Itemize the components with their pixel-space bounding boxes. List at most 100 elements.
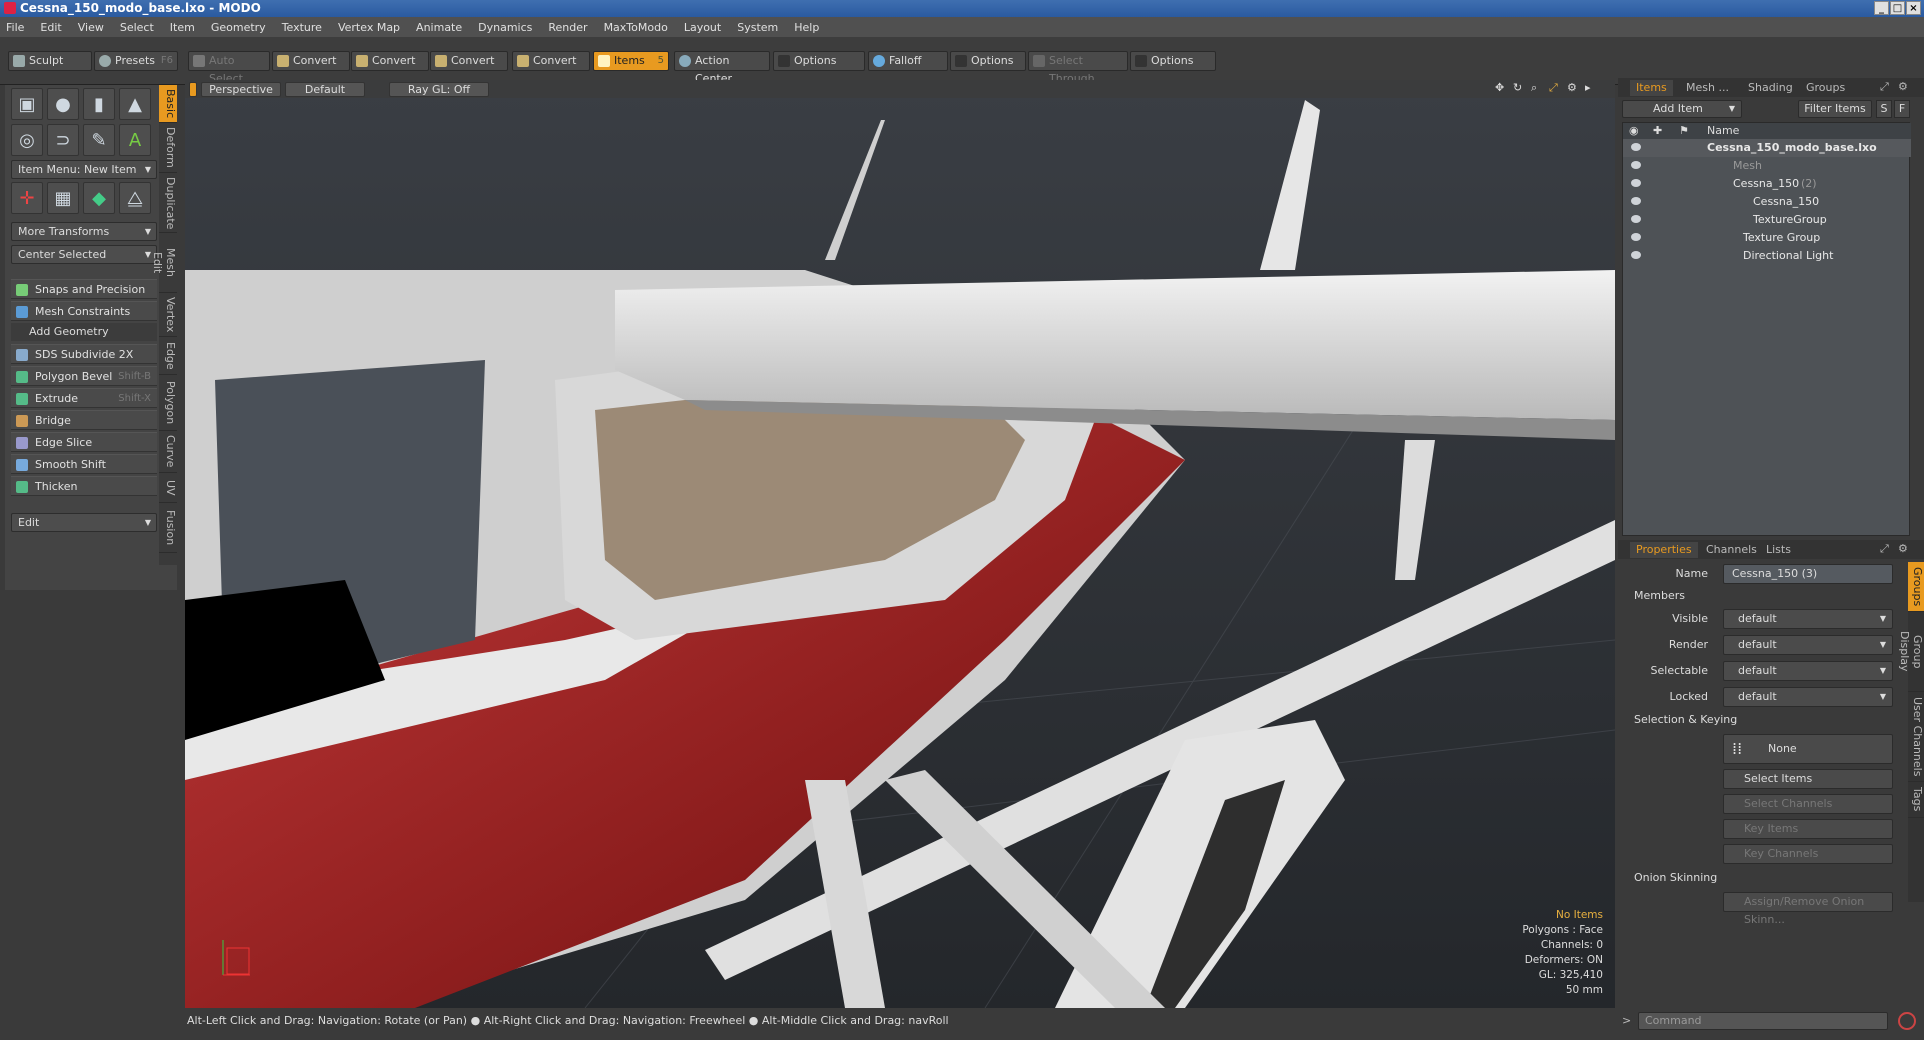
view-type-dropdown[interactable]: Perspective	[201, 82, 281, 97]
filter-items-button[interactable]: Filter Items	[1798, 100, 1872, 118]
items-mode-button[interactable]: Items 5	[593, 51, 669, 71]
members-section[interactable]: Members	[1622, 588, 1902, 604]
tree-row-directional-light[interactable]: Directional Light	[1623, 247, 1911, 265]
sds-subdivide-button[interactable]: SDS Subdivide 2X	[11, 344, 157, 364]
shading-style-dropdown[interactable]: Default	[285, 82, 365, 97]
tab-groups[interactable]: Groups	[1800, 80, 1851, 96]
mesh-constraints-button[interactable]: Mesh Constraints	[11, 301, 157, 321]
convert-vertices-button[interactable]: Convert	[272, 51, 350, 71]
command-input[interactable]: Command	[1638, 1012, 1888, 1030]
assign-onion-button[interactable]: Assign/Remove Onion Skinn...	[1723, 892, 1893, 926]
presets-button[interactable]: Presets F6	[94, 51, 178, 71]
menu-dynamics[interactable]: Dynamics	[478, 21, 532, 34]
grid-icon[interactable]: ▦	[47, 182, 79, 214]
convert-polygons-button[interactable]: Convert	[430, 51, 508, 71]
menu-animate[interactable]: Animate	[416, 21, 462, 34]
rotate-icon[interactable]: ↻	[1513, 81, 1522, 94]
pyramid-icon[interactable]: ⧋	[119, 182, 151, 214]
tree-row-texture-group[interactable]: Texture Group	[1623, 229, 1911, 247]
filter-f-button[interactable]: F	[1894, 100, 1910, 118]
tree-row-scene[interactable]: Cessna_150_modo_base.lxo	[1623, 139, 1911, 157]
tab-shading[interactable]: Shading	[1742, 80, 1799, 96]
thicken-button[interactable]: Thicken	[11, 476, 157, 496]
eye-icon[interactable]	[1631, 215, 1641, 223]
gear-icon[interactable]: ⚙	[1898, 80, 1908, 93]
tab-polygon[interactable]: Polygon	[159, 375, 177, 431]
menu-geometry[interactable]: Geometry	[211, 21, 266, 34]
menu-maxtomodo[interactable]: MaxToModo	[604, 21, 668, 34]
item-menu-dropdown[interactable]: Item Menu: New Item ▼	[11, 160, 157, 179]
tab-vertex[interactable]: Vertex	[159, 293, 177, 337]
onion-skinning-section[interactable]: Onion Skinning	[1622, 870, 1902, 886]
pan-icon[interactable]: ✥	[1495, 81, 1504, 94]
scale-icon[interactable]: ◆	[83, 182, 115, 214]
eye-icon[interactable]	[1631, 197, 1641, 205]
capsule-icon[interactable]: ⊃	[47, 124, 79, 156]
tab-properties[interactable]: Properties	[1630, 542, 1698, 558]
tab-mesh-edit[interactable]: Mesh Edit	[151, 233, 177, 293]
add-item-dropdown[interactable]: Add Item ▼	[1622, 100, 1742, 118]
filter-s-button[interactable]: S	[1876, 100, 1892, 118]
key-items-button[interactable]: Key Items	[1723, 819, 1893, 839]
tab-duplicate[interactable]: Duplicate	[159, 173, 177, 233]
eye-icon[interactable]	[1631, 233, 1641, 241]
cylinder-icon[interactable]: ▮	[83, 88, 115, 120]
smooth-shift-button[interactable]: Smooth Shift	[11, 454, 157, 474]
tab-edge[interactable]: Edge	[159, 337, 177, 375]
menu-vertex-map[interactable]: Vertex Map	[338, 21, 400, 34]
add-geometry-header[interactable]: Add Geometry	[11, 323, 157, 341]
action-center-options-button[interactable]: Options	[773, 51, 865, 71]
menu-render[interactable]: Render	[548, 21, 587, 34]
menu-system[interactable]: System	[737, 21, 778, 34]
center-selected-dropdown[interactable]: Center Selected ▼	[11, 245, 157, 264]
select-through-options-button[interactable]: Options	[1130, 51, 1216, 71]
selectable-dropdown[interactable]: default ▼	[1723, 661, 1893, 681]
select-through-button[interactable]: Select Through	[1028, 51, 1128, 85]
render-dropdown[interactable]: default ▼	[1723, 635, 1893, 655]
falloff-options-button[interactable]: Options	[950, 51, 1026, 71]
menu-item[interactable]: Item	[170, 21, 195, 34]
gear-icon[interactable]: ⚙	[1567, 81, 1577, 94]
raygl-toggle[interactable]: Ray GL: Off	[389, 82, 489, 97]
tab-lists[interactable]: Lists	[1760, 542, 1797, 558]
locked-dropdown[interactable]: default ▼	[1723, 687, 1893, 707]
eye-icon[interactable]	[1631, 251, 1641, 259]
convert-materials-button[interactable]: Convert	[512, 51, 590, 71]
tab-uv[interactable]: UV	[159, 473, 177, 503]
tab-curve[interactable]: Curve	[159, 431, 177, 473]
maximize-button[interactable]: □	[1890, 1, 1905, 15]
auto-select-button[interactable]: Auto Select	[188, 51, 270, 85]
expand-icon[interactable]: ▸	[1585, 81, 1591, 94]
polygon-bevel-button[interactable]: Polygon Bevel Shift-B	[11, 366, 157, 386]
text-icon[interactable]: A	[119, 124, 151, 156]
tree-row-cessna-mesh[interactable]: Cessna_150	[1623, 193, 1911, 211]
menu-texture[interactable]: Texture	[282, 21, 322, 34]
3d-viewport[interactable]: No Items Polygons : Face Channels: 0 Def…	[185, 80, 1615, 1008]
extrude-button[interactable]: Extrude Shift-X	[11, 388, 157, 408]
command-expand-icon[interactable]: >	[1622, 1012, 1634, 1030]
tab-items[interactable]: Items	[1630, 80, 1673, 96]
action-center-button[interactable]: Action Center	[674, 51, 770, 85]
cube-icon[interactable]: ▣	[11, 88, 43, 120]
tab-tags[interactable]: Tags	[1908, 782, 1924, 818]
sphere-icon[interactable]: ●	[47, 88, 79, 120]
torus-icon[interactable]: ◎	[11, 124, 43, 156]
tab-mesh[interactable]: Mesh ...	[1680, 80, 1735, 96]
eye-icon[interactable]	[1631, 161, 1641, 169]
more-transforms-dropdown[interactable]: More Transforms ▼	[11, 222, 157, 241]
select-channels-button[interactable]: Select Channels	[1723, 794, 1893, 814]
select-items-button[interactable]: Select Items	[1723, 769, 1893, 789]
eye-icon[interactable]	[1631, 143, 1641, 151]
selection-keying-section[interactable]: Selection & Keying	[1622, 712, 1902, 728]
record-icon[interactable]	[1898, 1012, 1916, 1030]
transform-icon[interactable]: ✛	[11, 182, 43, 214]
menu-edit[interactable]: Edit	[40, 21, 61, 34]
maximize-icon[interactable]: ⤢	[1880, 80, 1889, 94]
close-button[interactable]: ×	[1906, 1, 1921, 15]
fit-icon[interactable]: ⤢	[1549, 81, 1558, 95]
bridge-button[interactable]: Bridge	[11, 410, 157, 430]
edge-slice-button[interactable]: Edge Slice	[11, 432, 157, 452]
tab-user-channels[interactable]: User Channels	[1908, 692, 1924, 782]
eye-icon[interactable]	[1631, 179, 1641, 187]
pen-icon[interactable]: ✎	[83, 124, 115, 156]
